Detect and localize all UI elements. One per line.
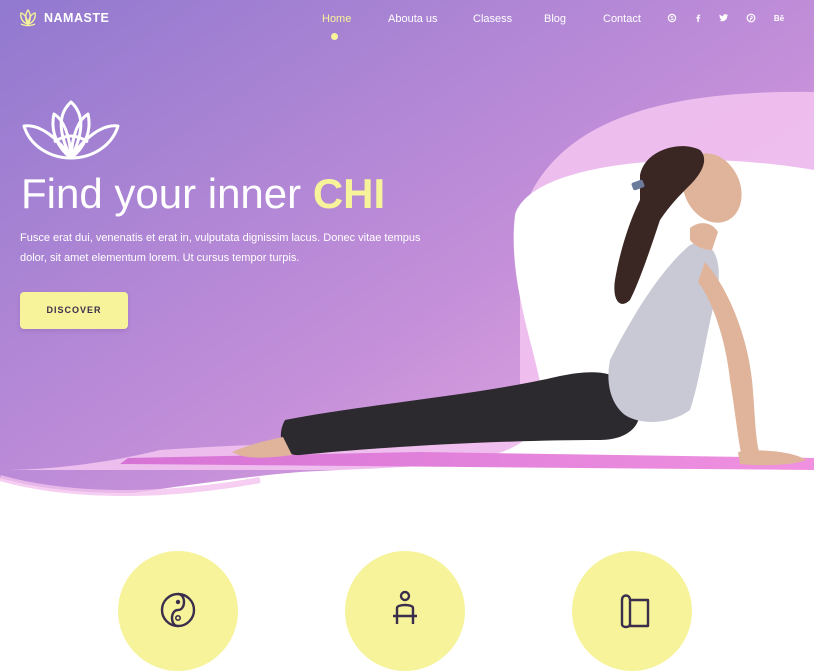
facebook-icon[interactable] xyxy=(692,13,704,25)
hero-lotus-icon xyxy=(22,100,120,160)
features-section xyxy=(0,530,814,671)
hero-headline: Find your inner CHI xyxy=(21,168,385,220)
active-indicator xyxy=(331,33,338,40)
skype-icon[interactable]: S xyxy=(666,13,678,25)
hero-section: NAMASTE Home Abouta us Clasess Blog Cont… xyxy=(0,0,814,530)
feature-circle-2[interactable] xyxy=(345,551,465,671)
pinterest-icon[interactable] xyxy=(745,13,757,25)
hero-description: Fusce erat dui, venenatis et erat in, vu… xyxy=(20,232,421,264)
nav-item-classes[interactable]: Clasess xyxy=(473,13,512,25)
top-nav: NAMASTE Home Abouta us Clasess Blog Cont… xyxy=(0,0,814,40)
discover-button[interactable]: DISCOVER xyxy=(20,292,128,329)
yin-yang-icon xyxy=(160,592,196,628)
nav-item-contact[interactable]: Contact xyxy=(603,13,641,25)
headline-highlight: CHI xyxy=(312,170,386,217)
headline-prefix: Find your inner xyxy=(21,170,313,217)
feature-circle-1[interactable] xyxy=(118,551,238,671)
nav-item-about[interactable]: Abouta us xyxy=(388,13,438,25)
behance-icon[interactable]: Bē xyxy=(771,13,787,25)
feature-circle-3[interactable] xyxy=(572,551,692,671)
yoga-mat-icon xyxy=(620,594,650,629)
person-icon xyxy=(393,590,417,624)
nav-item-blog[interactable]: Blog xyxy=(544,13,566,25)
nav-item-home[interactable]: Home xyxy=(322,13,351,25)
twitter-icon[interactable] xyxy=(718,13,730,25)
